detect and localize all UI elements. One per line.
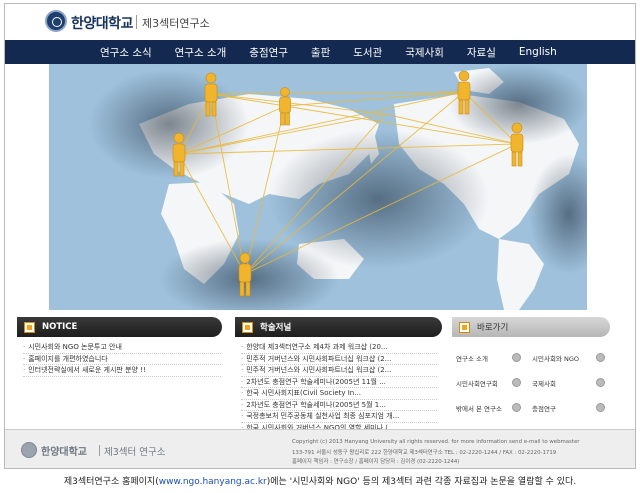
list-item[interactable]: 국정총보처 민주공동체 실천사업 최종 심포지엄 개... [241,411,437,423]
caption-text-after: )에는 '시민사회와 NGO' 등의 제3섹터 과련 각종 자료집과 논문을 열… [266,477,577,487]
arrow-circle-icon[interactable] [596,353,605,362]
caption-text-before: 제3섹터연구소 홈페이지( [63,477,159,487]
figure-caption: 제3섹터연구소 홈페이지(www.ngo.hanyang.ac.kr)에는 '시… [0,474,640,487]
journal-panel-header: 학술저널 [235,317,442,337]
quicklink-international[interactable]: 국제사회 [532,378,556,388]
journal-square-icon [242,321,253,333]
arrow-circle-icon[interactable] [596,378,605,387]
header-divider [136,15,137,29]
footer-university-name: 한양대학교 [41,447,87,458]
footer-manager: 홈페이지 책임자 : 연구소장 / 홈페이지 담당자 : 김이경 (02-222… [292,459,460,465]
list-item[interactable]: 2차년도 충점연구 학술세미나(2005년 5월 1... [241,400,437,411]
journal-list: 한양대 제3섹터연구소 제4차 과제 워크샵 (20... 민주적 거버넌스와 … [241,342,437,434]
nav-item-about[interactable]: 연구소 소개 [175,45,227,60]
list-item[interactable]: 2차년도 충점연구 학술세미나(2005년 11월 ... [241,377,437,388]
quicklink-about[interactable]: 연구소 소개 [456,353,488,363]
arrow-circle-icon[interactable] [512,378,521,387]
footer-seal-icon [21,442,37,458]
list-item[interactable]: 민주적 거버넌스와 시민사회파트너십 워크샵 (2... [241,365,437,377]
main-nav: 연구소 소식 연구소 소개 충점연구 출판 도서관 국제사회 자료실 Engli… [5,40,635,64]
quicklinks-square-icon [459,321,470,333]
footer-address: 133-791 서울시 성동구 왕십리로 222 한양대학교 제3섹터연구소 T… [292,450,557,456]
notice-list: 시민사회와 NGO 논문투고 안내 홈페이지를 개편하였습니다 인터넷전략실에서… [23,342,221,377]
notice-title[interactable]: NOTICE [42,322,77,332]
quicklink-ngo[interactable]: 시민사회와 NGO [532,353,579,363]
quicklinks-title[interactable]: 바로가기 [477,321,508,333]
nav-item-research[interactable]: 충점연구 [249,45,288,60]
quicklinks-grid: 연구소 소개 시민사회와 NGO 시민사회연구회 국제사회 밖에서 본 연구소 … [452,347,610,423]
notice-panel-header: NOTICE [17,317,222,337]
nav-item-english[interactable]: English [519,46,557,58]
list-item[interactable]: 한양대 제3섹터연구소 제4차 과제 워크샵 (20... [241,342,437,354]
footer-copyright: Copyright (c) 2013 Hanyang University al… [292,439,580,445]
list-item[interactable]: 홈페이지를 개편하였습니다 [23,354,221,365]
quicklink-outside-view[interactable]: 밖에서 본 연구소 [456,403,502,413]
quicklink-research[interactable]: 충점연구 [532,403,556,413]
nav-item-library[interactable]: 도서관 [353,45,382,60]
footer-divider [99,445,100,456]
notice-square-icon [24,321,35,333]
journal-title[interactable]: 학술저널 [260,321,291,333]
nav-item-publications[interactable]: 출판 [311,45,330,60]
university-seal-icon[interactable] [45,10,67,32]
quicklink-study-group[interactable]: 시민사회연구회 [456,378,498,388]
nav-item-archive[interactable]: 자료실 [467,45,496,60]
list-item[interactable]: 민주적 거버넌스와 시민사회파트너십 워크샵 (2... [241,354,437,365]
hero-world-map [49,64,587,310]
site-footer: 한양대학교 제3섹터 연구소 Copyright (c) 2013 Hanyan… [5,429,635,468]
nav-item-international[interactable]: 국제사회 [405,45,444,60]
quicklinks-panel-header: 바로가기 [452,317,610,337]
list-item[interactable]: 한국 시민사회지표(Civil Society In... [241,388,437,400]
arrow-circle-icon[interactable] [512,353,521,362]
list-item[interactable]: 인터넷전략실에서 새로운 게시판 분양 !! [23,365,221,377]
arrow-circle-icon[interactable] [596,403,605,412]
site-header: 한양대학교 제3섹터연구소 [5,4,635,40]
institute-name[interactable]: 제3섹터연구소 [142,15,210,31]
list-item[interactable]: 시민사회와 NGO 논문투고 안내 [23,342,221,354]
footer-institute-name: 제3섹터 연구소 [104,447,166,458]
nav-item-news[interactable]: 연구소 소식 [100,45,152,60]
arrow-circle-icon[interactable] [512,403,521,412]
caption-url-link[interactable]: www.ngo.hanyang.ac.kr [159,477,267,487]
world-map-illustration [49,64,587,310]
university-name[interactable]: 한양대학교 [71,13,133,33]
site-frame: 한양대학교 제3섹터연구소 연구소 소식 연구소 소개 충점연구 출판 도서관 … [4,3,636,469]
